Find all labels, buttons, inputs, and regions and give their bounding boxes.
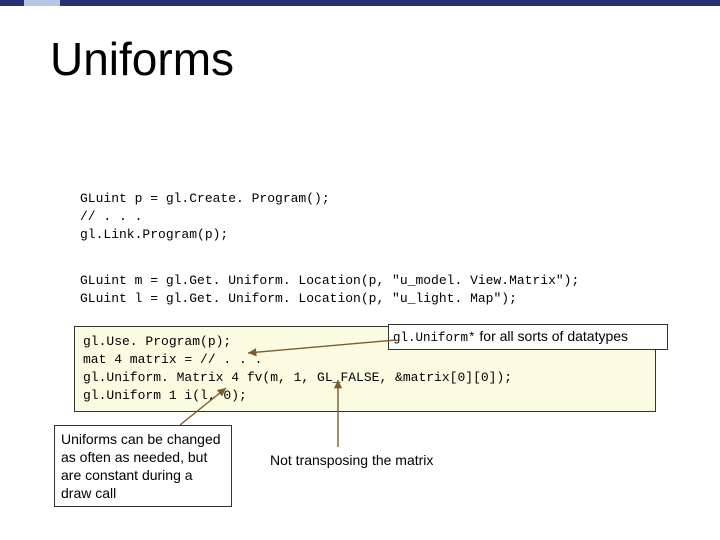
callout-transpose: Not transposing the matrix [264, 447, 488, 473]
code-block-1: GLuint p = gl.Create. Program(); // . . … [80, 190, 330, 244]
callout-datatypes-code: gl.Uniform* [393, 331, 476, 345]
code-line: gl.Uniform. Matrix 4 fv(m, 1, GL_FALSE, … [83, 369, 649, 387]
code-line: // . . . [80, 208, 330, 226]
code-line: GLuint l = gl.Get. Uniform. Location(p, … [80, 290, 579, 308]
callout-changed-text: Uniforms can be changed as often as need… [61, 431, 221, 501]
callout-datatypes-text: for all sorts of datatypes [476, 328, 629, 344]
code-line: GLuint p = gl.Create. Program(); [80, 190, 330, 208]
callout-changed: Uniforms can be changed as often as need… [54, 425, 232, 507]
code-line: gl.Link.Program(p); [80, 226, 330, 244]
callout-datatypes: gl.Uniform* for all sorts of datatypes [388, 324, 668, 350]
code-line: mat 4 matrix = // . . . [83, 351, 649, 369]
accent-bar [0, 0, 720, 6]
slide-title: Uniforms [50, 32, 234, 86]
accent-bar-notch [24, 0, 60, 6]
code-block-2: GLuint m = gl.Get. Uniform. Location(p, … [80, 272, 579, 308]
code-line: gl.Uniform 1 i(l, 0); [83, 387, 649, 405]
code-line: GLuint m = gl.Get. Uniform. Location(p, … [80, 272, 579, 290]
callout-transpose-text: Not transposing the matrix [270, 452, 433, 468]
